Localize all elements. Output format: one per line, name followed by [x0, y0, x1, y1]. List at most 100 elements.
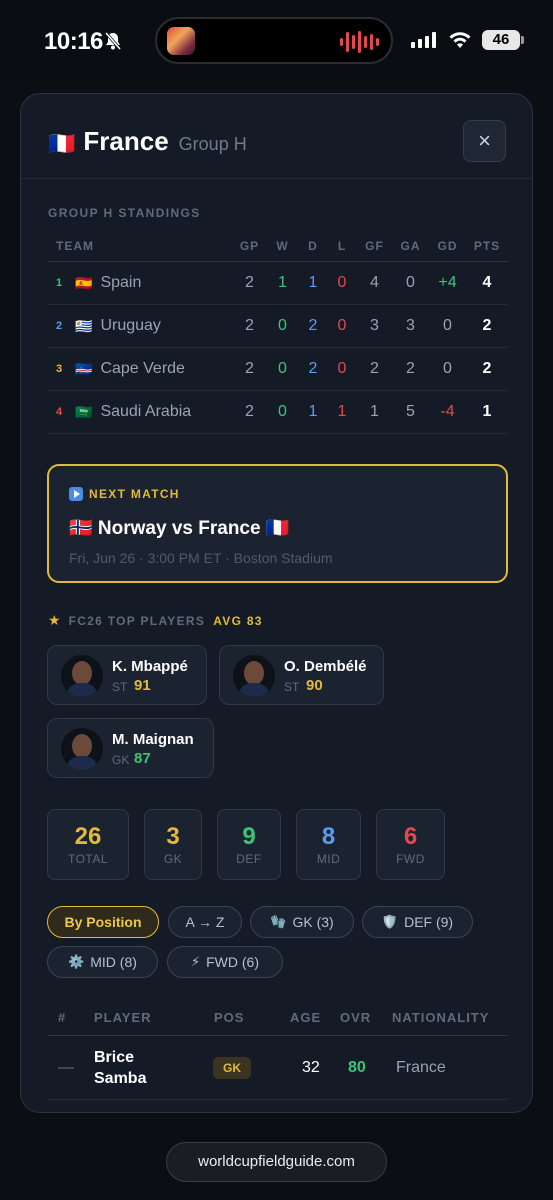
player-name: Brice Samba — [94, 1047, 214, 1089]
goals-for: 3 — [370, 317, 379, 334]
shield-icon: 🛡️ — [381, 914, 399, 929]
player-card[interactable]: O. Dembélé ST 90 — [219, 645, 384, 705]
audio-waveform-icon — [340, 30, 379, 54]
filter-label: A → Z — [185, 914, 225, 930]
stat-gk: 3 GK — [144, 809, 202, 880]
player-last-name: Samba — [94, 1069, 147, 1087]
team-cell: 4 🇸🇦 Saudi Arabia — [48, 403, 233, 421]
now-playing-artwork — [167, 27, 195, 55]
close-button[interactable]: × — [463, 120, 506, 162]
lightning-icon: ⚡ — [190, 954, 201, 969]
standings-row[interactable]: 1 🇪🇸 Spain 2 1 1 0 4 0 +4 4 — [48, 262, 508, 305]
clock: 10:16 — [44, 28, 103, 55]
goals-against: 3 — [406, 317, 415, 334]
standings-row[interactable]: 2 🇺🇾 Uruguay 2 0 2 0 3 3 0 2 — [48, 305, 508, 348]
team-name: Uruguay — [100, 317, 161, 334]
stat-value: 6 — [403, 823, 418, 850]
stat-value: 8 — [321, 823, 336, 850]
team-name: Cape Verde — [100, 360, 185, 377]
col-gf: GF — [365, 238, 384, 253]
col-l: L — [337, 238, 347, 253]
url-bar[interactable]: worldcupfieldguide.com — [166, 1142, 387, 1182]
filter-gk[interactable]: 🧤 GK (3) — [250, 906, 354, 938]
france-flag-icon: 🇫🇷 — [48, 131, 76, 156]
team-modal: 🇫🇷 France Group H × GROUP H STANDINGS TE… — [20, 93, 533, 1113]
modal-header: 🇫🇷 France Group H × — [21, 94, 532, 179]
player-card[interactable]: K. Mbappé ST 91 — [47, 645, 207, 705]
filter-label: FWD (6) — [206, 954, 260, 970]
roster-row[interactable]: — Brice Samba GK 32 80 France — [48, 1036, 508, 1100]
player-number: — — [58, 1058, 74, 1076]
group-label: Group H — [178, 134, 247, 154]
rank: 4 — [56, 406, 63, 418]
player-name: O. Dembélé — [284, 658, 367, 675]
play-icon — [69, 487, 83, 501]
draws: 1 — [308, 274, 318, 291]
team-cell: 3 🇨🇻 Cape Verde — [48, 360, 233, 378]
col-team: TEAM — [56, 238, 94, 253]
stat-total: 26 TOTAL — [47, 809, 129, 880]
country-name: France — [83, 126, 169, 156]
col-w: W — [276, 238, 289, 253]
filter-by-position[interactable]: By Position — [47, 906, 159, 938]
wins: 1 — [278, 274, 287, 291]
points: 2 — [482, 360, 492, 377]
roster-table: # PLAYER POS AGE OVR NATIONALITY — Brice… — [48, 1000, 508, 1100]
col-player[interactable]: PLAYER — [94, 1010, 214, 1025]
player-name: K. Mbappé — [112, 658, 188, 675]
col-nationality[interactable]: NATIONALITY — [392, 1010, 508, 1025]
losses: 0 — [337, 317, 347, 334]
col-ovr[interactable]: OVR — [340, 1010, 392, 1025]
player-position: ST — [284, 680, 300, 694]
stat-label: MID — [316, 852, 341, 866]
player-rating: 91 — [134, 677, 151, 694]
standings-title: GROUP H STANDINGS — [48, 206, 201, 220]
draws: 2 — [308, 317, 318, 334]
position-badge: GK — [213, 1056, 251, 1079]
wifi-icon — [449, 32, 471, 48]
rank: 3 — [56, 363, 63, 375]
next-match-meta: Fri, Jun 26 · 3:00 PM ET · Boston Stadiu… — [69, 550, 333, 566]
goals-for: 1 — [370, 403, 379, 420]
losses: 0 — [337, 274, 347, 291]
col-age[interactable]: AGE — [290, 1010, 340, 1025]
modal-title: 🇫🇷 France Group H — [48, 126, 247, 157]
player-age: 32 — [302, 1058, 320, 1076]
wins: 0 — [278, 403, 287, 420]
star-icon: ★ — [48, 612, 61, 628]
filter-def[interactable]: 🛡️ DEF (9) — [362, 906, 473, 938]
player-avatar — [233, 655, 275, 697]
col-pos[interactable]: POS — [214, 1010, 290, 1025]
top-players-avg: AVG 83 — [213, 613, 263, 628]
col-gd: GD — [437, 238, 458, 253]
col-ga: GA — [400, 238, 421, 253]
stat-label: FWD — [396, 852, 425, 866]
player-avatar — [61, 655, 103, 697]
dynamic-island[interactable] — [155, 17, 393, 64]
gp: 2 — [245, 360, 254, 377]
player-card[interactable]: M. Maignan GK 87 — [47, 718, 214, 778]
wins: 0 — [278, 360, 287, 377]
filter-fwd[interactable]: ⚡ FWD (6) — [167, 946, 283, 978]
points: 2 — [482, 317, 492, 334]
losses: 0 — [337, 360, 347, 377]
wins: 0 — [278, 317, 287, 334]
status-bar: 10:16 46 — [0, 0, 553, 80]
spain-flag-icon: 🇪🇸 — [75, 274, 93, 291]
standings-row[interactable]: 3 🇨🇻 Cape Verde 2 0 2 0 2 2 0 2 — [48, 348, 508, 391]
player-avatar — [61, 728, 103, 770]
glove-icon: 🧤 — [270, 914, 287, 929]
draws: 2 — [308, 360, 318, 377]
player-ovr: 80 — [348, 1058, 366, 1076]
points: 1 — [482, 403, 492, 420]
player-name: M. Maignan — [112, 731, 194, 748]
team-name: Saudi Arabia — [100, 403, 192, 420]
battery-indicator: 46 — [482, 30, 524, 50]
col-d: D — [308, 238, 318, 253]
filter-a-z[interactable]: A → Z — [168, 906, 242, 938]
top-players-label: FC26 TOP PLAYERS — [68, 613, 206, 628]
next-match-card[interactable]: NEXT MATCH 🇳🇴 Norway vs France 🇫🇷 Fri, J… — [47, 464, 508, 583]
standings-row[interactable]: 4 🇸🇦 Saudi Arabia 2 0 1 1 1 5 -4 1 — [48, 391, 508, 434]
gp: 2 — [245, 274, 254, 291]
filter-mid[interactable]: ⚙️ MID (8) — [47, 946, 158, 978]
